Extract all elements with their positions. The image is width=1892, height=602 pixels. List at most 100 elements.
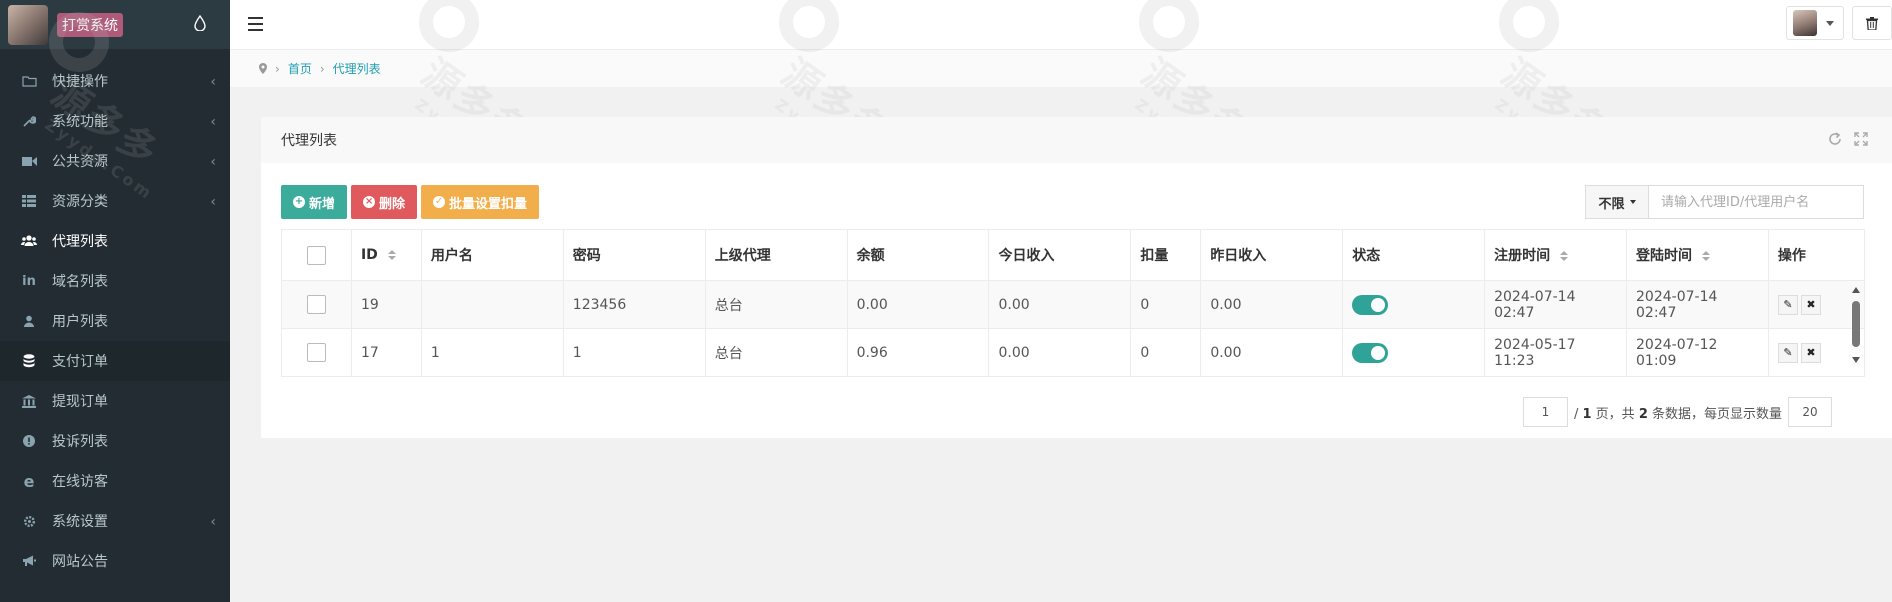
sidebar-item-label: 在线访客 (52, 474, 108, 490)
sidebar-item-withdrawal-orders[interactable]: 提现订单 (0, 381, 230, 421)
cell-username: 1 (420, 328, 564, 377)
sidebar-item-complaints[interactable]: 投诉列表 (0, 421, 230, 461)
header-login-time[interactable]: 登陆时间 (1626, 229, 1769, 281)
cell-id: 17 (350, 328, 422, 377)
map-marker-icon (259, 63, 267, 74)
scroll-up-icon[interactable] (1852, 287, 1860, 293)
header-register-time[interactable]: 注册时间 (1484, 229, 1628, 281)
info-icon (21, 433, 37, 449)
sidebar-item-label: 公共资源 (52, 154, 108, 170)
cell-deduct: 0 (1130, 328, 1202, 377)
search-group: 不限 (1585, 185, 1864, 219)
sidebar-item-public-resources[interactable]: 公共资源 ‹ (0, 141, 230, 181)
clear-cache-button[interactable] (1852, 6, 1892, 40)
status-toggle[interactable] (1352, 342, 1389, 363)
add-button[interactable]: + 新增 (281, 185, 348, 219)
chevron-left-icon: ‹ (210, 74, 216, 90)
sidebar-item-label: 提现订单 (52, 394, 108, 410)
cell-register-time: 2024-07-14 02:47 (1484, 280, 1628, 329)
panel-tools (1828, 132, 1868, 146)
header-actions: 操作 (1767, 229, 1866, 281)
cell-yesterday-income: 0.00 (1200, 280, 1344, 329)
edit-button[interactable]: ✎ (1777, 342, 1798, 363)
edit-button[interactable]: ✎ (1777, 294, 1798, 315)
table-scrollbar[interactable] (1849, 287, 1863, 363)
cell-login-time: 2024-07-12 01:09 (1626, 328, 1769, 377)
delete-row-button[interactable]: ✖ (1800, 342, 1821, 363)
cell-id: 19 (350, 280, 422, 329)
sidebar-item-resource-categories[interactable]: 资源分类 ‹ (0, 181, 230, 221)
sidebar-item-user-list[interactable]: 用户列表 (0, 301, 230, 341)
expand-icon[interactable] (1854, 132, 1868, 146)
search-input[interactable] (1649, 185, 1864, 219)
sidebar-item-label: 代理列表 (52, 234, 108, 250)
cell-today-income: 0.00 (988, 328, 1132, 377)
select-all-cell (281, 229, 352, 281)
status-toggle[interactable] (1352, 294, 1389, 315)
brand: 打赏系统 (0, 0, 230, 49)
check-circle-icon: ✓ (433, 196, 446, 208)
sidebar-item-online-visitors[interactable]: e 在线访客 (0, 461, 230, 501)
brand-logo (8, 4, 48, 45)
pencil-icon: ✎ (1783, 346, 1793, 359)
sidebar-item-payment-orders[interactable]: 支付订单 (0, 341, 230, 381)
header-id[interactable]: ID (350, 229, 422, 281)
header-yesterday-income: 昨日收入 (1200, 229, 1344, 281)
cell-password: 1 (562, 328, 706, 377)
breadcrumb-separator: › (275, 61, 280, 76)
table-row: 19 123456 总台 0.00 0.00 0 0.00 2024-07-14… (281, 280, 1866, 329)
row-checkbox[interactable] (306, 343, 326, 362)
scroll-thumb[interactable] (1852, 301, 1860, 347)
close-icon: ✖ (1806, 298, 1816, 311)
filter-select[interactable]: 不限 (1585, 185, 1649, 219)
grid-icon (21, 193, 37, 209)
user-icon (21, 313, 37, 329)
delete-row-button[interactable]: ✖ (1800, 294, 1821, 315)
brand-title: 打赏系统 (57, 12, 123, 37)
breadcrumb-home[interactable]: 首页 (288, 60, 312, 77)
header-today-income: 今日收入 (988, 229, 1132, 281)
sidebar-item-label: 域名列表 (52, 274, 108, 290)
refresh-icon[interactable] (1828, 132, 1842, 146)
delete-button[interactable]: × 删除 (351, 185, 418, 219)
row-checkbox[interactable] (306, 295, 326, 314)
cell-login-time: 2024-07-14 02:47 (1626, 280, 1769, 329)
sidebar-item-site-notice[interactable]: 网站公告 (0, 541, 230, 581)
breadcrumb: › 首页 › 代理列表 (230, 50, 1892, 87)
cell-parent-agent: 总台 (704, 328, 848, 377)
edge-icon: e (23, 471, 35, 491)
breadcrumb-separator: › (319, 61, 325, 76)
table-header-row: ID 用户名 密码 上级代理 余额 今日收入 扣量 昨日收入 状态 注册时间 登… (281, 229, 1866, 281)
cell-balance: 0.00 (846, 280, 990, 329)
menu-toggle-icon[interactable] (248, 17, 263, 31)
sidebar-item-quick[interactable]: 快捷操作 ‹ (0, 61, 230, 101)
cell-status (1342, 328, 1486, 377)
sidebar-item-label: 投诉列表 (52, 434, 108, 450)
select-all-checkbox[interactable] (306, 245, 326, 265)
page-number-input[interactable]: 1 (1522, 397, 1568, 427)
agent-table: ID 用户名 密码 上级代理 余额 今日收入 扣量 昨日收入 状态 注册时间 登… (281, 229, 1866, 377)
pagination: 1 / 1 页，共 2 条数据，每页显示数量 20 (1522, 397, 1832, 427)
toolbar: + 新增 × 删除 ✓ 批量设置扣量 (281, 185, 540, 219)
user-menu[interactable] (1786, 6, 1844, 40)
water-drop-icon[interactable] (194, 15, 206, 31)
video-icon (21, 153, 37, 169)
header-parent-agent: 上级代理 (704, 229, 848, 281)
sidebar-item-label: 支付订单 (52, 354, 108, 370)
page-size-input[interactable]: 20 (1788, 397, 1832, 427)
cell-register-time: 2024-05-17 11:23 (1484, 328, 1628, 377)
sidebar-item-domain-list[interactable]: in 域名列表 (0, 261, 230, 301)
sidebar-item-agent-list[interactable]: 代理列表 (0, 221, 230, 261)
plus-circle-icon: + (293, 196, 305, 208)
folder-icon (21, 73, 37, 89)
sidebar-item-system-settings[interactable]: 系统设置 ‹ (0, 501, 230, 541)
caret-down-icon (1629, 200, 1636, 204)
cell-password: 123456 (562, 280, 706, 329)
breadcrumb-current[interactable]: 代理列表 (333, 60, 381, 77)
sidebar-item-label: 系统功能 (52, 114, 108, 130)
sidebar-item-system-functions[interactable]: 系统功能 ‹ (0, 101, 230, 141)
batch-deduct-button[interactable]: ✓ 批量设置扣量 (421, 185, 540, 219)
scroll-down-icon[interactable] (1852, 357, 1860, 363)
sidebar-item-label: 资源分类 (52, 194, 108, 210)
gear-icon (21, 513, 37, 529)
